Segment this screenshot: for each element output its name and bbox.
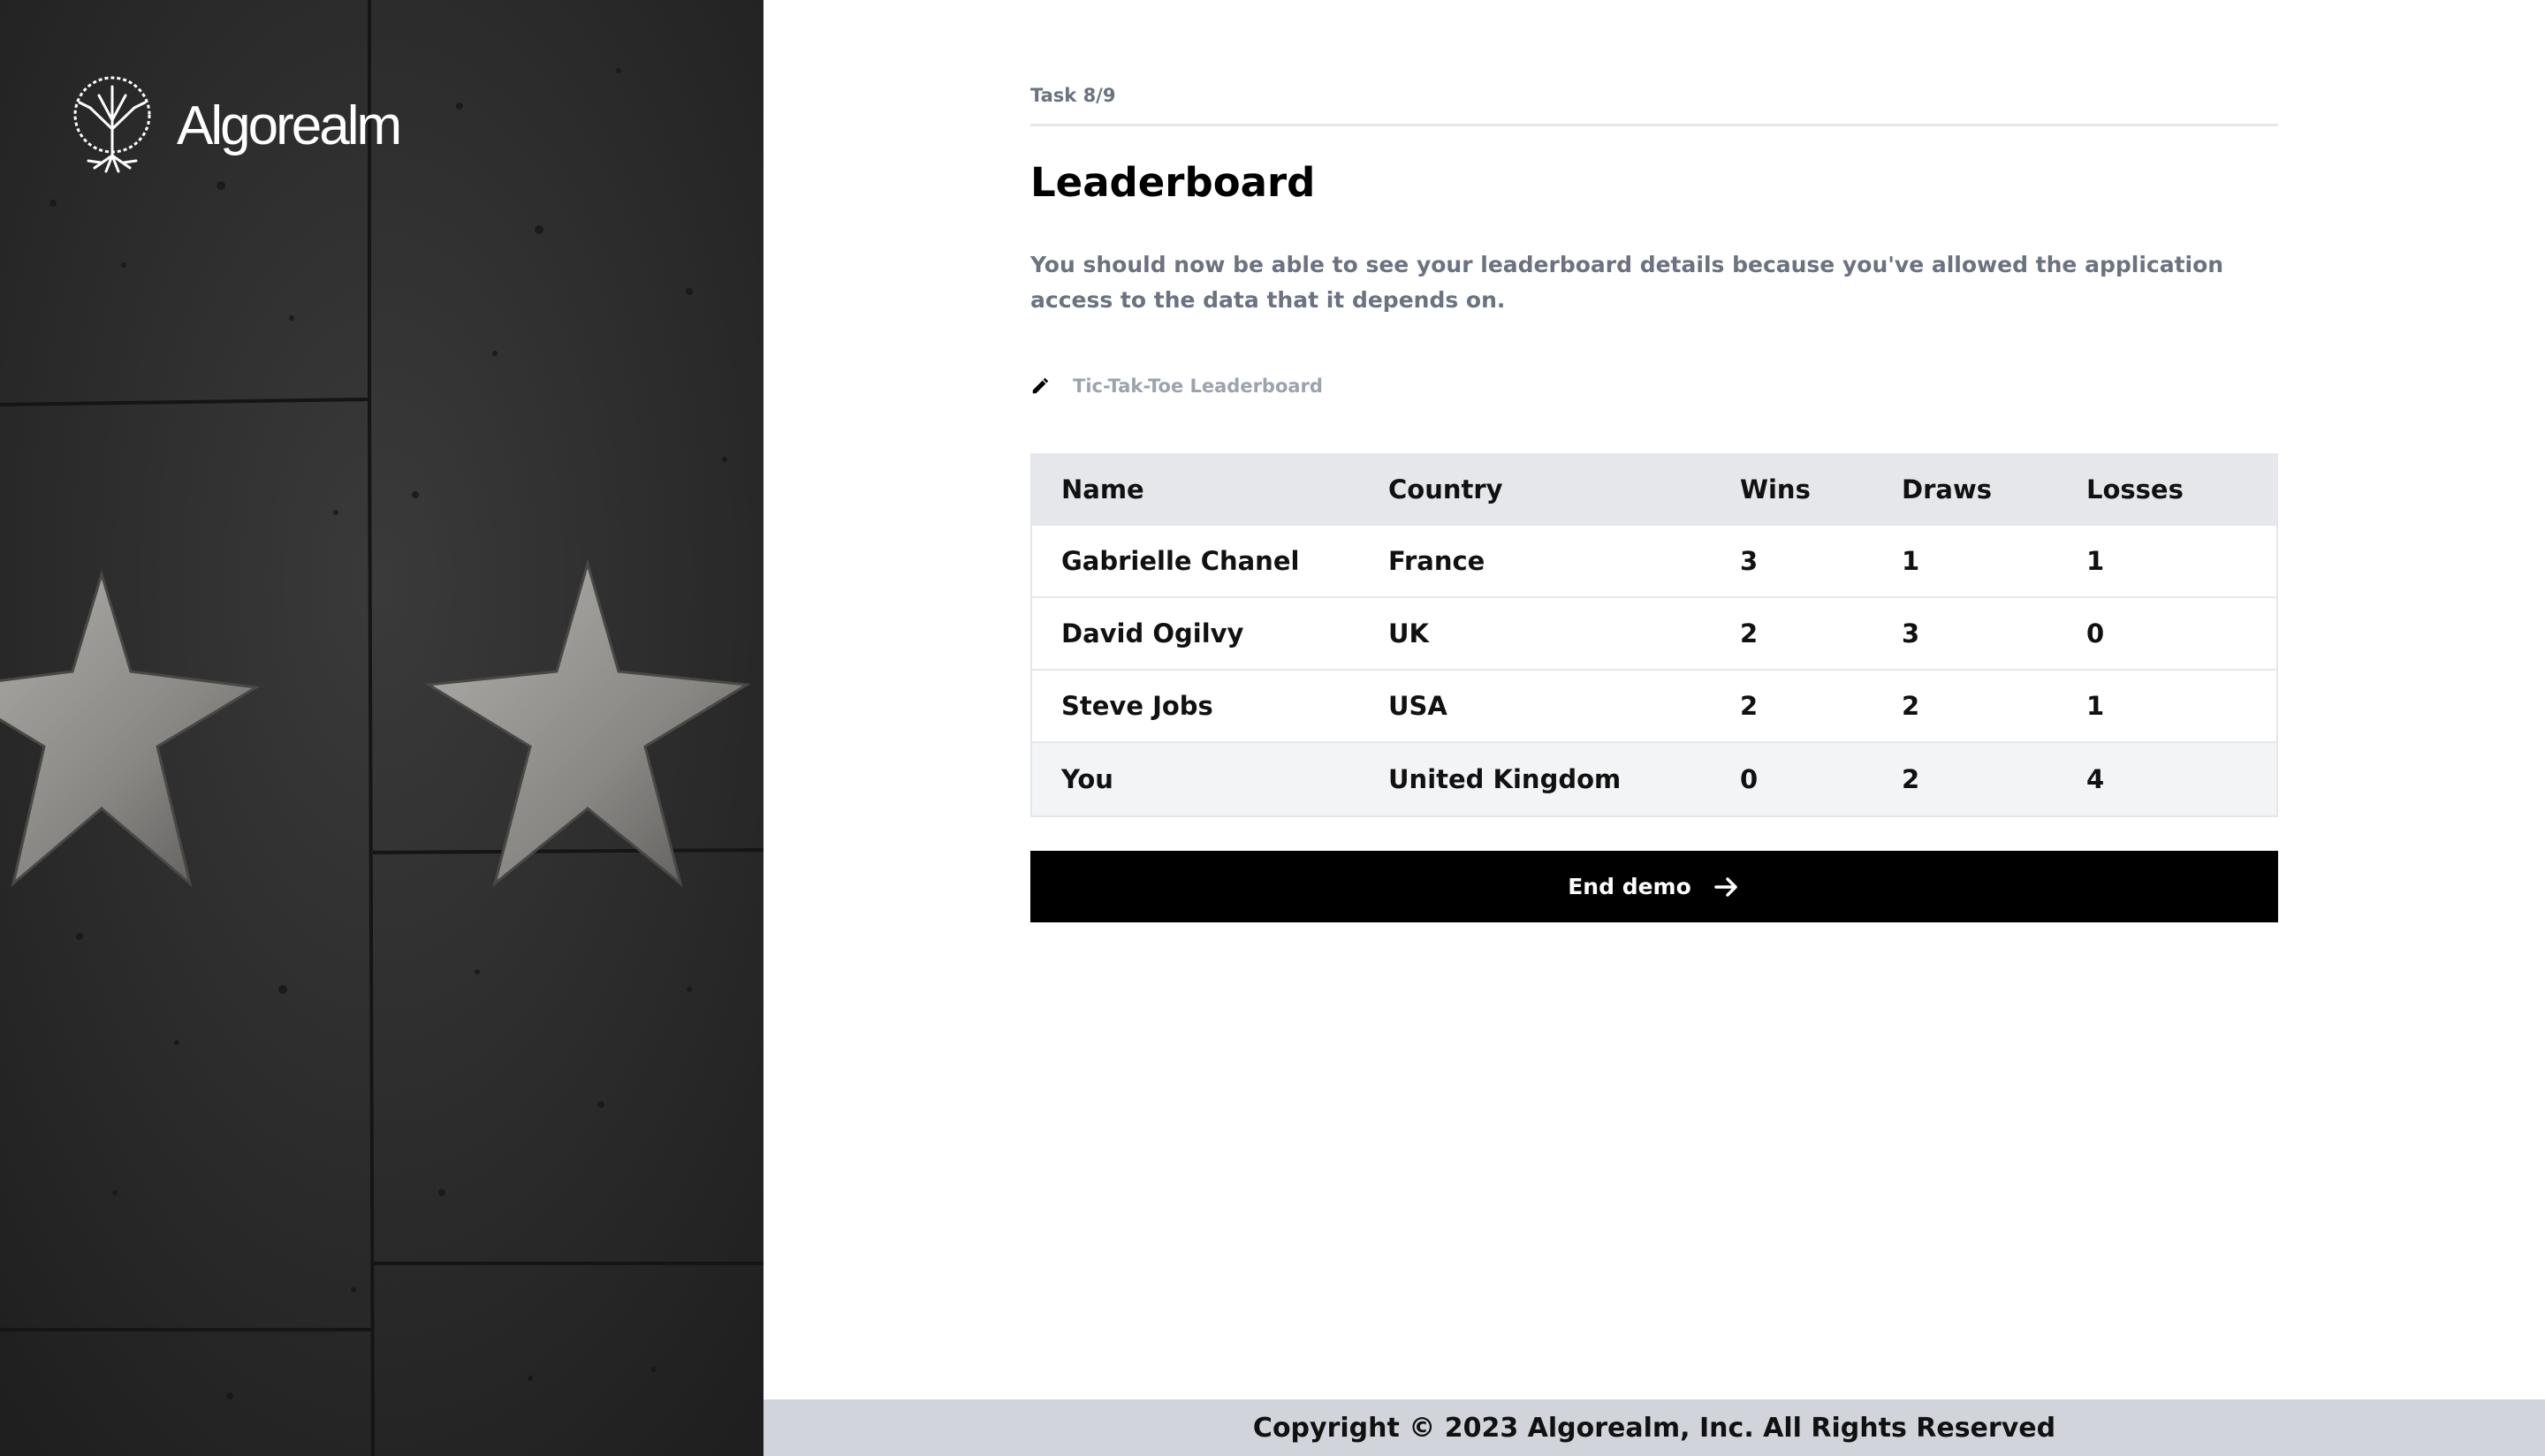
cell-country: France — [1388, 546, 1485, 576]
cell-country: UK — [1388, 618, 1430, 648]
cell-wins: 3 — [1740, 546, 1759, 576]
brand[interactable]: Algorealm — [64, 76, 402, 175]
cell-name: You — [1061, 764, 1113, 794]
cell-losses: 4 — [2086, 764, 2105, 794]
cell-name: David Ogilvy — [1061, 618, 1244, 648]
data-source-label: Tic-Tak-Toe Leaderboard — [1073, 375, 1323, 397]
pencil-icon — [1032, 377, 1049, 394]
cell-wins: 2 — [1740, 691, 1759, 721]
cell-wins: 0 — [1740, 764, 1759, 794]
cell-losses: 1 — [2086, 691, 2105, 721]
brand-name: Algorealm — [177, 95, 402, 156]
cell-losses: 0 — [2086, 618, 2105, 648]
end-demo-label: End demo — [1568, 874, 1691, 899]
cell-name: Gabrielle Chanel — [1061, 546, 1300, 576]
cell-draws: 1 — [1902, 546, 1920, 576]
cell-country: USA — [1388, 691, 1447, 721]
cell-losses: 1 — [2086, 546, 2105, 576]
column-header-draws: Draws — [1902, 474, 1992, 504]
task-progress: Task 8/9 — [1030, 85, 1116, 106]
stars-wall-image — [0, 0, 764, 1456]
page-description: You should now be able to see your leade… — [1030, 252, 2224, 313]
column-header-losses: Losses — [2086, 474, 2184, 504]
arrow-right-icon — [1714, 876, 1737, 897]
table-row: Steve Jobs USA 2 2 1 — [1032, 671, 2276, 743]
tree-icon — [73, 76, 151, 173]
table-row: Gabrielle Chanel France 3 1 1 — [1032, 526, 2276, 598]
end-demo-button[interactable]: End demo — [1030, 851, 2278, 922]
data-source: Tic-Tak-Toe Leaderboard — [1030, 375, 1323, 397]
table-header-row: Name Country Wins Draws Losses — [1032, 455, 2276, 526]
column-header-wins: Wins — [1740, 474, 1811, 504]
cell-draws: 2 — [1902, 764, 1920, 794]
divider — [1030, 124, 2278, 126]
page-title: Leaderboard — [1030, 159, 1316, 206]
table-row-current-user: You United Kingdom 0 2 4 — [1032, 743, 2276, 815]
leaderboard-table: Name Country Wins Draws Losses Gabrielle… — [1030, 453, 2278, 817]
column-header-country: Country — [1388, 474, 1503, 504]
table-row: David Ogilvy UK 2 3 0 — [1032, 598, 2276, 671]
footer: Copyright © 2023 Algorealm, Inc. All Rig… — [764, 1399, 2545, 1456]
cell-name: Steve Jobs — [1061, 691, 1213, 721]
cell-wins: 2 — [1740, 618, 1759, 648]
cell-draws: 2 — [1902, 691, 1920, 721]
copyright-text: Copyright © 2023 Algorealm, Inc. All Rig… — [1252, 1412, 2056, 1444]
column-header-name: Name — [1061, 474, 1144, 504]
cell-draws: 3 — [1902, 618, 1920, 648]
cell-country: United Kingdom — [1388, 764, 1622, 794]
hero-panel: Algorealm — [0, 0, 764, 1456]
